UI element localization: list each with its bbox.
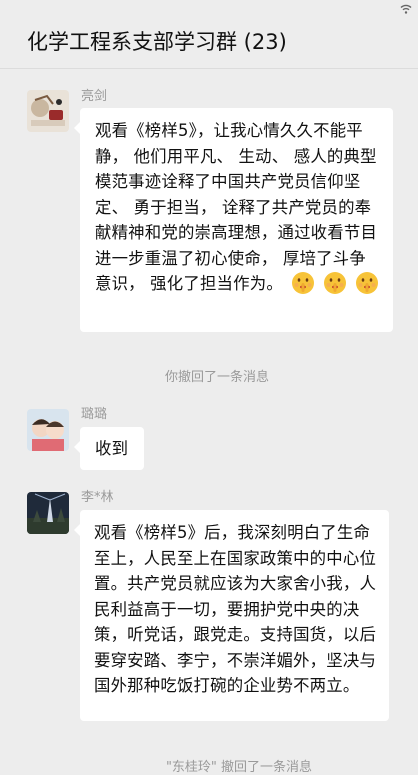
avatar-image <box>27 409 69 451</box>
message-bubble[interactable]: 观看《榜样5》后，我深刻明白了生命至上，人民至上在国家政策中的中心位置。共产党员… <box>74 510 389 721</box>
emoji-row <box>283 272 379 294</box>
status-bar <box>0 0 418 20</box>
message-text: 观看《榜样5》，让我心情久久不能平静， 他们用平凡、 生动、 感人的典型模范事迹… <box>95 121 378 293</box>
avatar[interactable] <box>27 492 69 534</box>
system-notice: 你撤回了一条消息 <box>164 370 269 385</box>
sender-name: 李*林 <box>81 490 114 505</box>
avatar[interactable] <box>27 409 69 451</box>
sender-name: 璐璐 <box>81 407 108 422</box>
sender-name: 亮剑 <box>81 89 108 104</box>
chat-title-bar: 化学工程系支部学习群 (23) <box>0 20 418 69</box>
avatar-image <box>27 90 69 132</box>
chat-title[interactable]: 化学工程系支部学习群 (23) <box>27 26 287 56</box>
avatar[interactable] <box>27 90 69 132</box>
shushing-face-emoji <box>323 272 346 294</box>
message-text: 观看《榜样5》后，我深刻明白了生命至上，人民至上在国家政策中的中心位置。共产党员… <box>94 523 377 695</box>
wifi-icon <box>400 4 412 14</box>
shushing-face-emoji <box>291 272 314 294</box>
message-text: 收到 <box>95 439 129 458</box>
message-bubble[interactable]: 观看《榜样5》，让我心情久久不能平静， 他们用平凡、 生动、 感人的典型模范事迹… <box>74 108 393 332</box>
avatar-image <box>27 492 69 534</box>
shushing-face-emoji <box>355 272 378 294</box>
system-notice: "东桂玲" 撤回了一条消息 <box>165 760 313 775</box>
message-bubble[interactable]: 收到 <box>74 427 144 470</box>
